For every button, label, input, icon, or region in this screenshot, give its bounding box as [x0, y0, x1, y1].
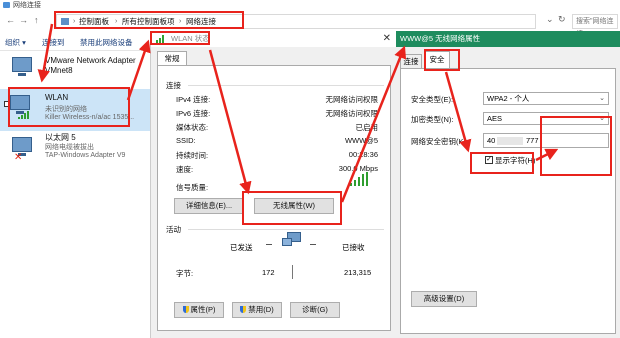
screenshot-root: 网络连接 ← → ↑ › 控制面板 › 所有控制面板项 › 网络连接 ⌄ ↻ 搜…: [0, 0, 620, 338]
arrow-to-show-chars: [444, 71, 472, 153]
annotation-arrows: [37, 23, 559, 203]
arrow-to-key: [535, 148, 559, 162]
arrow-to-wireless-props: [208, 49, 252, 195]
arrow-to-wlan: [37, 23, 54, 83]
arrow-to-status: [126, 39, 151, 101]
arrow-to-properties-dialog: [340, 45, 407, 203]
